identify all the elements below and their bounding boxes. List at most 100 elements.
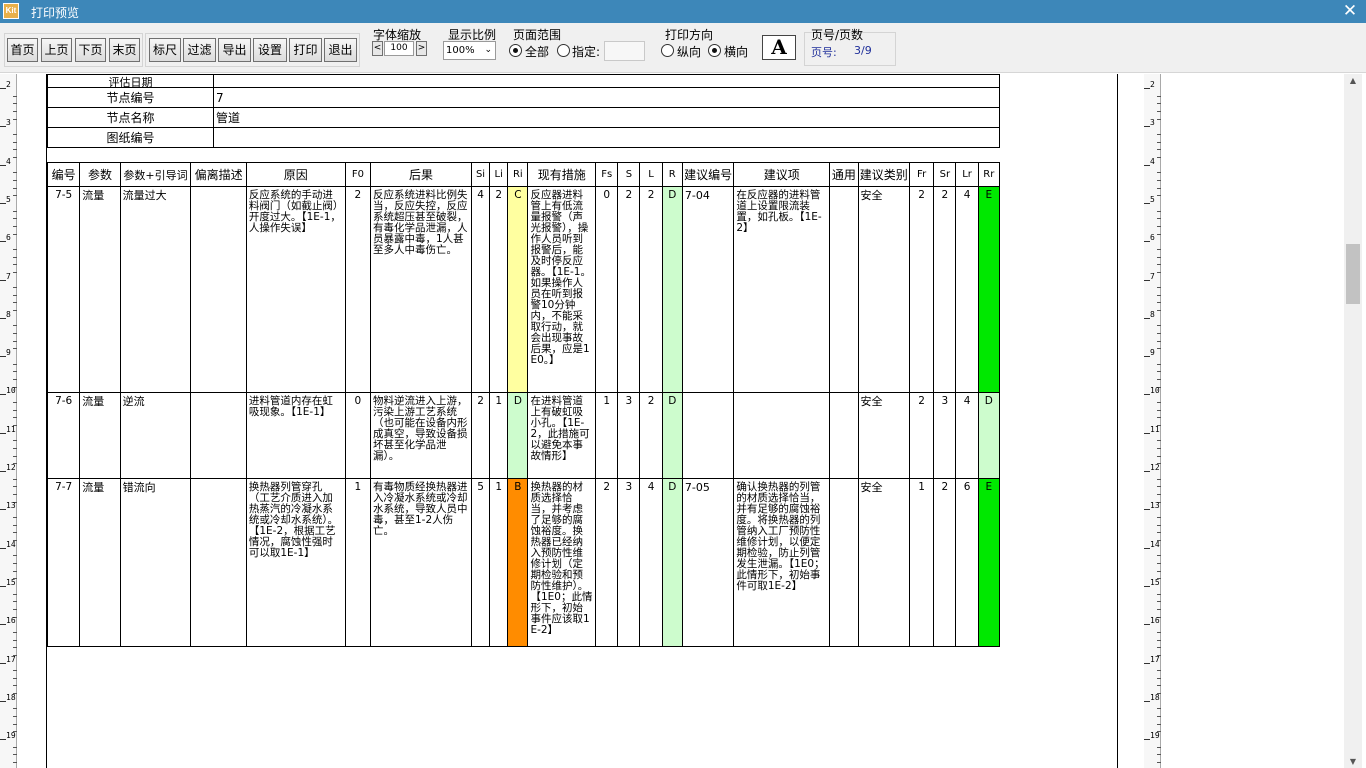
ruler-label: 15 — [6, 577, 16, 587]
scroll-down-icon[interactable]: ▼ — [1344, 755, 1362, 768]
ruler-minor-tick — [1157, 325, 1161, 327]
ruler-minor-tick — [1157, 333, 1161, 335]
ruler-minor-tick — [13, 95, 17, 97]
info-label: 评估日期 — [47, 74, 214, 88]
ruler-minor-tick — [13, 310, 17, 312]
landscape-radio[interactable] — [708, 44, 721, 57]
cell-general — [829, 478, 859, 647]
column-header: 编号 — [46, 162, 81, 187]
ruler-label: 11 — [6, 424, 16, 434]
info-value: 管道 — [213, 107, 1000, 128]
ruler-minor-tick — [1157, 302, 1161, 304]
ruler-minor-tick — [1157, 593, 1161, 595]
ruler-label: 3 — [1150, 118, 1155, 128]
ruler-label: 17 — [1150, 654, 1160, 664]
zoom-increase-button[interactable]: > — [416, 41, 427, 56]
column-header: Fs — [595, 162, 619, 187]
ruler-button[interactable]: 标尺 — [149, 38, 181, 62]
page-range-input[interactable] — [604, 41, 645, 61]
filter-button[interactable]: 过滤 — [183, 38, 216, 62]
info-row: 节点编号 7 — [47, 87, 1000, 108]
scroll-up-icon[interactable]: ▲ — [1344, 74, 1362, 87]
ruler-label: 8 — [1150, 309, 1155, 319]
cell-id: 7-5 — [46, 186, 81, 393]
page-range-specify-radio[interactable] — [557, 44, 570, 57]
ruler-minor-tick — [1157, 179, 1161, 181]
prev-page-button[interactable]: 上页 — [41, 38, 72, 62]
ruler-minor-tick — [13, 264, 17, 266]
ruler-minor-tick — [13, 179, 17, 181]
page-number-label: 页号: — [811, 46, 837, 59]
font-setting-button[interactable]: A — [762, 35, 796, 60]
ruler-minor-tick — [13, 516, 17, 518]
cell-deviation — [190, 392, 247, 479]
table-header-row: 编号 参数 参数+引导词 偏离描述 原因 F0 后果 Si Li Ri 现有措施 Fs S L R 建议编号建… — [46, 162, 1001, 187]
left-ruler: 2 3 4 5 6 7 8 9 10 11 12 13 14 15 16 17 18 19 — [0, 74, 17, 768]
ruler-minor-tick — [1157, 716, 1161, 718]
last-page-button[interactable]: 末页 — [109, 38, 140, 62]
cell-l: 2 — [639, 392, 663, 479]
page-number-value: 3/9 — [854, 44, 872, 57]
ruler-minor-tick — [13, 172, 17, 174]
print-button[interactable]: 打印 — [289, 38, 322, 62]
ruler-label: 13 — [6, 501, 16, 511]
ruler-label: 5 — [1150, 194, 1155, 204]
ruler-minor-tick — [1157, 264, 1161, 266]
column-header: 原因 — [245, 162, 346, 187]
cell-l: 4 — [639, 478, 663, 647]
landscape-label: 横向 — [724, 45, 749, 59]
cell-guide: 错流向 — [119, 478, 192, 647]
cell-li: 1 — [489, 478, 509, 647]
cell-param: 流量 — [79, 186, 121, 393]
info-row: 图纸编号 — [47, 127, 1000, 148]
cell-cause: 换热器列管穿孔（工艺介质进入加热蒸汽的冷凝水系统或冷却水系统）。【1E-2，根据… — [245, 478, 346, 647]
page-range-all-radio[interactable] — [509, 44, 522, 57]
ruler-minor-tick — [1157, 371, 1161, 373]
cell-l: 2 — [639, 186, 663, 393]
exit-button[interactable]: 退出 — [324, 38, 357, 62]
ruler-minor-tick — [13, 218, 17, 220]
ruler-minor-tick — [13, 486, 17, 488]
ruler-minor-tick — [13, 271, 17, 273]
ruler-minor-tick — [13, 210, 17, 212]
cell-guide: 流量过大 — [119, 186, 192, 393]
ruler-minor-tick — [1157, 601, 1161, 603]
ruler-minor-tick — [13, 325, 17, 327]
export-button[interactable]: 导出 — [218, 38, 251, 62]
display-ratio-select[interactable]: 100% ⌄ — [443, 41, 496, 60]
cell-suggestion: 在反应器的进料管道上设置限流装置，如孔板。【1E-2】 — [733, 186, 831, 393]
ruler-label: 6 — [1150, 233, 1155, 243]
scrollbar-thumb[interactable] — [1346, 244, 1360, 304]
ruler-minor-tick — [1157, 524, 1161, 526]
ruler-minor-tick — [13, 256, 17, 258]
ruler-minor-tick — [1157, 608, 1161, 610]
ruler-minor-tick — [1157, 256, 1161, 258]
zoom-decrease-button[interactable]: < — [372, 41, 383, 56]
ruler-minor-tick — [1157, 348, 1161, 350]
cell-cause: 反应系统的手动进料阀门（如截止阀）开度过大。【1E-1，人操作失误】 — [245, 186, 346, 393]
ruler-label: 5 — [6, 194, 11, 204]
ruler-minor-tick — [1157, 225, 1161, 227]
ruler-minor-tick — [1157, 210, 1161, 212]
ruler-label: 12 — [6, 463, 16, 472]
settings-button[interactable]: 设置 — [253, 38, 287, 62]
cell-s: 2 — [617, 186, 641, 393]
ruler-minor-tick — [1157, 647, 1161, 649]
column-header: L — [639, 162, 663, 187]
next-page-button[interactable]: 下页 — [75, 38, 106, 62]
portrait-radio[interactable] — [661, 44, 674, 57]
first-page-button[interactable]: 首页 — [7, 38, 38, 62]
ruler-minor-tick — [13, 639, 17, 641]
vertical-scrollbar[interactable]: ▲ ▼ — [1344, 74, 1362, 768]
ruler-label: 9 — [6, 348, 11, 358]
font-zoom-input[interactable]: 100 — [384, 41, 414, 56]
ruler-minor-tick — [1157, 103, 1161, 105]
cell-fr: 1 — [909, 478, 935, 647]
ruler-label: 4 — [6, 156, 11, 166]
ruler-minor-tick — [1157, 133, 1161, 135]
info-value — [213, 127, 1000, 148]
cell-cause: 进料管道内存在虹吸现象。【1E-1】 — [245, 392, 346, 479]
ruler-minor-tick — [13, 156, 17, 158]
ruler-minor-tick — [1157, 708, 1161, 710]
close-icon[interactable]: ✕ — [1340, 1, 1360, 21]
